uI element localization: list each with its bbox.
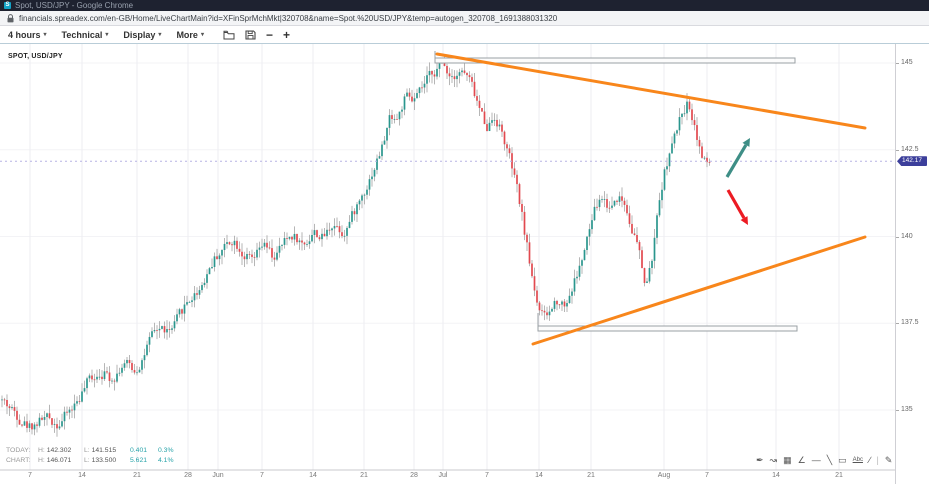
y-axis-label: 140 [901,233,913,240]
rectangle-tool-icon[interactable]: ▭ [838,452,847,468]
high-label: H: [38,447,45,454]
svg-text:7: 7 [260,472,264,479]
svg-text:28: 28 [410,472,418,479]
chart-change-value: 5.621 [130,456,158,466]
y-axis-tick [896,150,899,151]
chart-toolbar: 4 hours▾ Technical▾ Display▾ More▾ − + [0,26,929,44]
svg-text:21: 21 [133,472,141,479]
svg-text:14: 14 [309,472,317,479]
open-folder-icon[interactable] [223,30,235,40]
more-menu[interactable]: More▾ [176,30,204,40]
chart-stats-row: CHART: H: 146.071 L: 133.500 5.621 4.1% [6,456,174,466]
today-label: TODAY: [6,446,38,456]
url-text[interactable]: financials.spreadex.com/en-GB/Home/LiveC… [19,14,557,23]
zoom-in-button[interactable]: + [283,30,290,40]
url-bar[interactable]: financials.spreadex.com/en-GB/Home/LiveC… [0,11,929,26]
svg-text:21: 21 [360,472,368,479]
chart-high-value: 146.071 [47,457,72,464]
y-axis-label: 137.5 [901,319,919,326]
horizontal-line-tool-icon[interactable]: — [812,452,821,468]
zoom-out-button[interactable]: − [266,30,273,40]
drawing-toolbar: ✒ ↝ ▦ ∠ — ╲ ▭ Abc ∕ | ✎ ✕ [756,452,906,468]
today-high-value: 142.302 [47,447,72,454]
chart-area: 7 14 21 28 Jun 7 14 21 28 Jul 7 14 21 Aug 7 14 21 SPOT, … [0,44,929,484]
padlock-icon [7,14,14,23]
svg-text:7: 7 [705,472,709,479]
current-price-badge: 142.17 [897,156,927,166]
today-change-pct: 0.3% [158,446,174,456]
save-icon[interactable] [245,30,256,40]
trend-angle-tool-icon[interactable]: ∠ [798,452,806,468]
svg-text:14: 14 [78,472,86,479]
svg-text:7: 7 [28,472,32,479]
today-change-value: 0.401 [130,446,158,456]
cursor-tool-icon[interactable]: ✒ [756,452,764,468]
today-low-value: 141.515 [92,447,117,454]
grid-tool-icon[interactable]: ▦ [783,452,792,468]
timeframe-menu[interactable]: 4 hours▾ [8,30,47,40]
today-stats-row: TODAY: H: 142.302 L: 141.515 0.401 0.3% [6,446,174,456]
chart-low-value: 133.500 [92,457,117,464]
chart-label: CHART: [6,456,38,466]
svg-text:21: 21 [587,472,595,479]
chevron-down-icon: ▾ [105,31,108,38]
chevron-down-icon: ▾ [44,31,47,38]
display-menu[interactable]: Display▾ [123,30,161,40]
toolbar-divider: | [876,452,878,468]
svg-text:Jul: Jul [439,472,448,479]
chevron-down-icon: ▾ [201,31,204,38]
svg-text:28: 28 [184,472,192,479]
svg-text:14: 14 [535,472,543,479]
high-label: H: [38,457,45,464]
window-titlebar: S Spot, USD/JPY - Google Chrome [0,0,929,11]
y-axis-label: 135 [901,406,913,413]
svg-text:14: 14 [772,472,780,479]
low-label: L: [84,457,90,464]
trendline-tool-icon[interactable]: ╲ [827,452,832,468]
low-label: L: [84,447,90,454]
edit-tool-icon[interactable]: ✎ [885,452,893,468]
window-title: Spot, USD/JPY - Google Chrome [15,1,133,10]
y-axis-tick [896,323,899,324]
technical-menu[interactable]: Technical▾ [62,30,109,40]
y-axis-tick [896,63,899,64]
y-axis-label: 142.5 [901,146,919,153]
site-favicon-icon: S [4,2,11,9]
freehand-tool-icon[interactable]: ↝ [770,452,778,468]
browser-window: { "window": { "title": "Spot, USD/JPY - … [0,0,929,484]
text-tool-icon[interactable]: Abc [853,452,863,468]
price-axis[interactable]: 142.17 145 142.5 140 137.5 135 [895,44,929,484]
y-axis-tick [896,237,899,238]
svg-text:Jun: Jun [212,472,223,479]
y-axis-label: 145 [901,59,913,66]
svg-text:Aug: Aug [658,472,671,479]
price-stats: TODAY: H: 142.302 L: 141.515 0.401 0.3% … [6,446,174,466]
line-tool-icon[interactable]: ∕ [869,452,871,468]
chart-change-pct: 4.1% [158,456,174,466]
svg-text:7: 7 [485,472,489,479]
candlestick-chart[interactable]: 7 14 21 28 Jun 7 14 21 28 Jul 7 14 21 Aug 7 14 21 [0,44,895,484]
y-axis-tick [896,410,899,411]
symbol-label: SPOT, USD/JPY [8,53,63,60]
svg-text:21: 21 [835,472,843,479]
chevron-down-icon: ▾ [158,31,161,38]
